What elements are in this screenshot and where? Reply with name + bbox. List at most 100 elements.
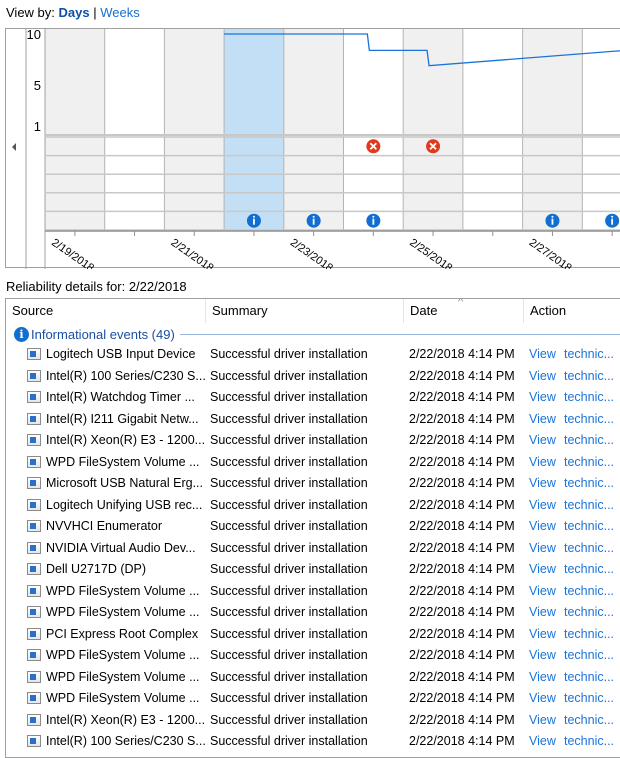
technical-details-link[interactable]: technic...: [564, 495, 614, 517]
view-technical-details-link[interactable]: View: [529, 624, 556, 646]
view-technical-details-link[interactable]: View: [529, 538, 556, 560]
view-technical-details-link[interactable]: View: [529, 645, 556, 667]
row-source: WPD FileSystem Volume ...: [46, 669, 200, 684]
table-row[interactable]: Intel(R) Watchdog Timer ... Successful d…: [6, 387, 620, 409]
row-date: 2/22/2018 4:14 PM: [409, 605, 515, 619]
reliability-chart-svg: 10 5 1 2/19/2018 2/21/2018 2/23/2018 2/25/2018…: [12, 27, 620, 275]
view-technical-details-link[interactable]: View: [529, 559, 556, 581]
row-source: WPD FileSystem Volume ...: [46, 605, 200, 619]
technical-details-link[interactable]: technic...: [564, 645, 614, 667]
view-technical-details-link[interactable]: View: [529, 452, 556, 474]
row-source: WPD FileSystem Volume ...: [46, 648, 200, 662]
view-technical-details-link[interactable]: View: [529, 710, 556, 732]
details-table: Source Summary Date ^ Action i Informati…: [5, 298, 620, 758]
technical-details-link[interactable]: technic...: [564, 688, 614, 710]
row-summary: Successful driver installation: [210, 648, 368, 662]
table-row[interactable]: WPD FileSystem Volume ... Successful dri…: [6, 602, 620, 624]
technical-details-link[interactable]: technic...: [564, 409, 614, 431]
device-icon: [27, 369, 41, 382]
info-bar: [253, 218, 255, 225]
view-technical-details-link[interactable]: View: [529, 430, 556, 452]
view-technical-details-link[interactable]: View: [529, 688, 556, 710]
technical-details-link[interactable]: technic...: [564, 366, 614, 388]
table-row[interactable]: Microsoft USB Natural Erg... Successful …: [6, 473, 620, 495]
table-row[interactable]: NVVHCI Enumerator Successful driver inst…: [6, 516, 620, 538]
view-technical-details-link[interactable]: View: [529, 344, 556, 366]
table-row[interactable]: Intel(R) I211 Gigabit Netw... Successful…: [6, 409, 620, 431]
column-header-summary[interactable]: Summary: [206, 299, 404, 323]
table-row[interactable]: Intel(R) Xeon(R) E3 - 1200... Successful…: [6, 430, 620, 452]
technical-details-link[interactable]: technic...: [564, 344, 614, 366]
row-summary: Successful driver installation: [210, 691, 368, 705]
day-column-2-22-2018[interactable]: [224, 29, 284, 230]
column-header-source[interactable]: Source: [6, 299, 206, 323]
table-row[interactable]: Logitech Unifying USB rec... Successful …: [6, 495, 620, 517]
view-technical-details-link[interactable]: View: [529, 495, 556, 517]
view-technical-details-link[interactable]: View: [529, 387, 556, 409]
technical-details-link[interactable]: technic...: [564, 452, 614, 474]
technical-details-link[interactable]: technic...: [564, 602, 614, 624]
info-bar: [312, 218, 315, 225]
technical-details-link[interactable]: technic...: [564, 710, 614, 732]
scroll-left-icon[interactable]: [12, 143, 16, 151]
info-event-icon[interactable]: [366, 213, 381, 228]
info-event-icon[interactable]: [545, 213, 560, 228]
row-source: NVIDIA Virtual Audio Dev...: [46, 540, 196, 555]
critical-event-icon[interactable]: [426, 139, 441, 154]
x-tick-label: 2/25/2018: [407, 237, 454, 269]
day-column-2-23-2018[interactable]: [283, 29, 344, 230]
table-row[interactable]: Intel(R) 100 Series/C230 S... Successful…: [6, 366, 620, 388]
technical-details-link[interactable]: technic...: [564, 581, 614, 603]
technical-details-link[interactable]: technic...: [564, 473, 614, 495]
table-row[interactable]: NVIDIA Virtual Audio Dev... Successful d…: [6, 538, 620, 560]
critical-event-icon[interactable]: [366, 139, 381, 154]
view-technical-details-link[interactable]: View: [529, 366, 556, 388]
row-date: 2/22/2018 4:14 PM: [409, 691, 515, 705]
view-technical-details-link[interactable]: View: [529, 602, 556, 624]
table-row[interactable]: WPD FileSystem Volume ... Successful dri…: [6, 581, 620, 603]
table-row[interactable]: WPD FileSystem Volume ... Successful dri…: [6, 452, 620, 474]
day-column-2-28-2018[interactable]: [582, 29, 620, 230]
technical-details-link[interactable]: technic...: [564, 667, 614, 689]
x-tick-label: 2/21/2018: [169, 237, 216, 269]
day-column-2-24-2018[interactable]: [343, 29, 404, 230]
view-technical-details-link[interactable]: View: [529, 731, 556, 753]
technical-details-link[interactable]: technic...: [564, 731, 614, 753]
table-row[interactable]: WPD FileSystem Volume ... Successful dri…: [6, 688, 620, 710]
technical-details-link[interactable]: technic...: [564, 430, 614, 452]
row-date: 2/22/2018 4:14 PM: [409, 583, 515, 598]
table-row[interactable]: Intel(R) 100 Series/C230 S... Successful…: [6, 731, 620, 753]
day-column-2-20-2018[interactable]: [104, 29, 165, 230]
technical-details-link[interactable]: technic...: [564, 538, 614, 560]
technical-details-link[interactable]: technic...: [564, 559, 614, 581]
group-informational-events[interactable]: i Informational events (49): [14, 325, 620, 343]
reliability-chart[interactable]: 10 5 1 2/19/2018 2/21/2018 2/23/2018 2/25/2018…: [5, 27, 620, 275]
column-header-date[interactable]: Date ^: [404, 299, 524, 323]
table-row[interactable]: Intel(R) Xeon(R) E3 - 1200... Successful…: [6, 710, 620, 732]
info-dot: [611, 215, 614, 218]
view-technical-details-link[interactable]: View: [529, 409, 556, 431]
technical-details-link[interactable]: technic...: [564, 387, 614, 409]
view-technical-details-link[interactable]: View: [529, 581, 556, 603]
day-column-2-27-2018[interactable]: [522, 29, 583, 230]
day-column-2-25-2018[interactable]: [403, 29, 463, 230]
technical-details-link[interactable]: technic...: [564, 516, 614, 538]
view-by-weeks-link[interactable]: Weeks: [100, 5, 140, 20]
table-row[interactable]: WPD FileSystem Volume ... Successful dri…: [6, 645, 620, 667]
view-by-toggle: View by: Days | Weeks: [6, 5, 140, 20]
table-row[interactable]: Dell U2717D (DP) Successful driver insta…: [6, 559, 620, 581]
table-row[interactable]: Logitech USB Input Device Successful dri…: [6, 344, 620, 366]
table-row[interactable]: PCI Express Root Complex Successful driv…: [6, 624, 620, 646]
view-technical-details-link[interactable]: View: [529, 667, 556, 689]
column-header-action[interactable]: Action: [524, 299, 620, 323]
table-row[interactable]: WPD FileSystem Volume ... Successful dri…: [6, 667, 620, 689]
day-column-2-21-2018[interactable]: [164, 29, 225, 230]
day-column-2-19-2018[interactable]: [45, 29, 105, 230]
technical-details-link[interactable]: technic...: [564, 624, 614, 646]
view-technical-details-link[interactable]: View: [529, 516, 556, 538]
view-technical-details-link[interactable]: View: [529, 473, 556, 495]
view-by-days-link[interactable]: Days: [59, 5, 90, 20]
info-event-icon[interactable]: [605, 213, 620, 228]
info-event-icon[interactable]: [246, 213, 261, 228]
info-event-icon[interactable]: [306, 213, 321, 228]
